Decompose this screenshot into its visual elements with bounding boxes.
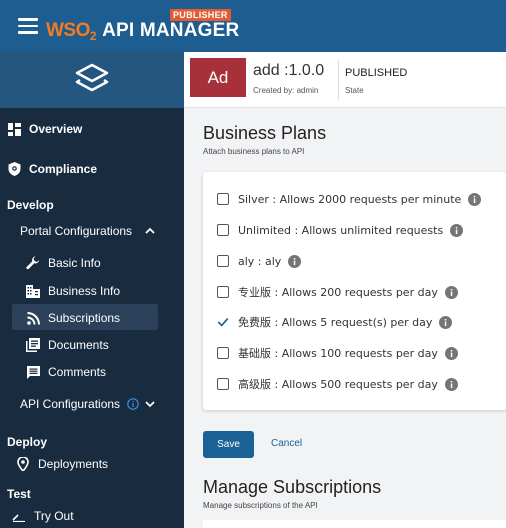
shield-icon [7,162,21,176]
plan-row[interactable]: 专业版 : Allows 200 requests per day [217,284,458,300]
sidebar-api-logo [0,52,184,108]
chevron-down-icon[interactable] [145,399,155,409]
logo-wso2: WSO2 [46,19,97,43]
business-plans-subtitle: Attach business plans to API [203,147,305,156]
location-pin-icon [16,457,30,471]
plan-row[interactable]: 高级版 : Allows 500 requests per day [217,376,458,392]
check-icon [217,318,229,327]
wrench-icon [26,256,40,270]
section-develop: Develop [7,198,54,212]
sidebar-item-compliance[interactable]: Compliance [7,162,191,176]
info-icon[interactable] [444,346,458,360]
left-sidebar: Overview Compliance Develop Portal Confi… [0,52,184,528]
api-state: PUBLISHED [345,67,408,79]
menu-icon[interactable] [18,18,38,34]
sidebar-item-comments[interactable]: Comments [26,365,210,379]
top-app-bar: WSO2 API MANAGER PUBLISHER [0,0,506,52]
header-divider [338,60,339,100]
plan-checkbox[interactable] [217,286,229,298]
plan-checkbox[interactable] [217,347,229,359]
info-icon[interactable] [450,223,464,237]
business-plans-card: Silver : Allows 2000 requests per minute… [203,172,506,410]
sidebar-item-api-configurations[interactable]: API Configurations [20,397,204,411]
library-books-icon [26,338,40,352]
plan-row[interactable]: aly : aly [217,253,302,269]
api-name: add :1.0.0 [253,62,325,79]
layers-icon [75,63,109,92]
chevron-up-icon[interactable] [145,226,155,236]
business-plans-title: Business Plans [203,123,327,143]
section-deploy: Deploy [7,435,48,449]
info-icon[interactable] [444,377,458,391]
publisher-badge: PUBLISHER [170,9,231,21]
plan-checkbox-checked[interactable] [217,316,229,328]
plan-row[interactable]: Silver : Allows 2000 requests per minute [217,191,482,207]
manage-subscriptions-title: Manage Subscriptions [203,477,382,497]
sidebar-item-subscriptions[interactable]: Subscriptions [26,311,210,325]
main-content: Business Plans Attach business plans to … [184,108,506,528]
sidebar-item-portal-configurations[interactable]: Portal Configurations [20,224,204,238]
cancel-button[interactable]: Cancel [271,438,302,449]
sidebar-item-deployments[interactable]: Deployments [16,457,200,471]
sidebar-item-overview[interactable]: Overview [7,122,191,136]
sidebar-item-try-out[interactable]: Try Out [12,509,196,523]
api-created-by: Created by: admin [253,86,319,95]
sidebar-item-basic-info[interactable]: Basic Info [26,256,210,270]
plan-checkbox[interactable] [217,224,229,236]
sidebar-item-business-info[interactable]: Business Info [26,284,210,298]
subscriptions-card [203,520,506,528]
dashboard-icon [7,122,21,136]
try-out-icon [12,509,26,523]
info-icon[interactable] [444,285,458,299]
building-icon [26,284,40,298]
save-button[interactable]: Save [203,431,254,458]
plan-checkbox[interactable] [217,193,229,205]
comment-icon [26,365,40,379]
info-icon[interactable] [288,254,302,268]
api-thumbnail[interactable]: Ad [190,58,246,97]
info-icon[interactable] [127,398,139,410]
plan-row[interactable]: 免费版 : Allows 5 request(s) per day [217,314,453,330]
manage-subscriptions-subtitle: Manage subscriptions of the API [203,501,318,510]
api-state-label: State [345,86,364,95]
app-logo[interactable]: WSO2 API MANAGER [46,19,239,43]
info-icon[interactable] [468,192,482,206]
info-icon[interactable] [439,315,453,329]
plan-checkbox[interactable] [217,255,229,267]
api-header: Ad add :1.0.0 Created by: admin PUBLISHE… [184,52,506,108]
plan-row[interactable]: Unlimited : Allows unlimited requests [217,222,464,238]
section-test: Test [7,487,31,501]
logo-app-name: API MANAGER [102,20,240,41]
rss-icon [26,311,40,325]
plan-row[interactable]: 基础版 : Allows 100 requests per day [217,345,458,361]
sidebar-item-documents[interactable]: Documents [26,338,210,352]
plan-checkbox[interactable] [217,378,229,390]
